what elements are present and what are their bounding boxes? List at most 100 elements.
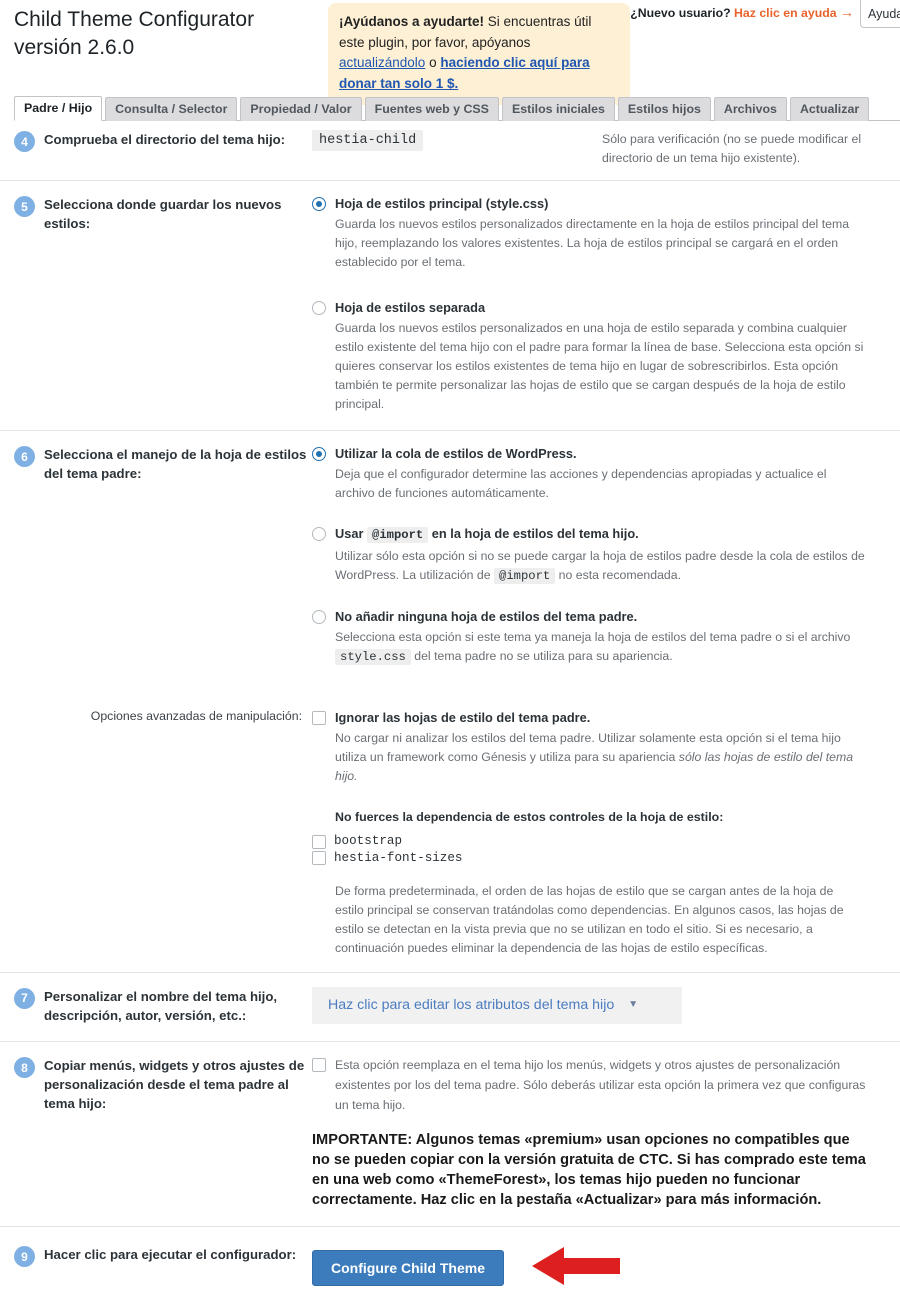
step-4-hint: Sólo para verificación (no se puede modi… [602, 132, 862, 166]
help-tab-button[interactable]: Ayuda [860, 0, 900, 28]
copy-customizer-option[interactable]: Esta opción reemplaza en el tema hijo lo… [312, 1056, 870, 1116]
tab-label: Consulta / Selector [115, 101, 228, 116]
support-notice: ¡Ayúdanos a ayudarte! Si encuentras útil… [328, 3, 630, 106]
update-plugin-link[interactable]: actualizándolo [339, 55, 425, 70]
configure-child-theme-button[interactable]: Configure Child Theme [312, 1250, 504, 1287]
dependency-item-hestia-font-sizes[interactable]: hestia-font-sizes [312, 851, 868, 866]
help-tab-label: Ayuda [868, 6, 900, 21]
step-8-label: Copiar menús, widgets y otros ajustes de… [44, 1058, 305, 1112]
stylesheet-option-primary[interactable]: Hoja de estilos principal (style.css) Gu… [312, 195, 868, 272]
dependency-label: hestia-font-sizes [334, 850, 463, 865]
advanced-options-row: Opciones avanzadas de manipulación: Igno… [0, 709, 900, 972]
option-label: Hoja de estilos principal (style.css) [335, 196, 549, 212]
step-5-label-col: 5 Selecciona donde guardar los nuevos es… [0, 195, 312, 414]
child-theme-attributes-toggle[interactable]: Haz clic para editar los atributos del t… [312, 986, 682, 1024]
tab-label: Padre / Hijo [24, 100, 93, 115]
radio-primary-stylesheet[interactable] [312, 197, 326, 212]
step-7-row: 7 Personalizar el nombre del tema hijo, … [0, 971, 900, 1041]
tab-label: Actualizar [799, 101, 860, 116]
option-description: Utilizar sólo esta opción si no se puede… [312, 547, 868, 586]
child-theme-dir-value: hestia-child [312, 130, 424, 151]
step-4-label: Comprueba el directorio del tema hijo: [44, 132, 286, 147]
option-label: No añadir ninguna hoja de estilos del te… [335, 608, 638, 624]
option-description: No cargar ni analizar los estilos del te… [312, 729, 868, 786]
step-6-label-col: 6 Selecciona el manejo de la hoja de est… [0, 445, 312, 693]
step-4-label-col: 4 Comprueba el directorio del tema hijo: [0, 130, 312, 168]
option-label: Utilizar la cola de estilos de WordPress… [335, 446, 577, 461]
step-8-row: 8 Copiar menús, widgets y otros ajustes … [0, 1041, 900, 1226]
step-7-label: Personalizar el nombre del tema hijo, de… [44, 988, 278, 1023]
pointer-arrow-annotation [530, 1245, 622, 1292]
ignore-parent-stylesheets-option[interactable]: Ignorar las hojas de estilo del tema pad… [312, 709, 868, 786]
step-6-row: 6 Selecciona el manejo de la hoja de est… [0, 430, 900, 709]
step-6-label: Selecciona el manejo de la hoja de estil… [44, 447, 307, 482]
step-9-badge: 9 [14, 1246, 35, 1268]
checkbox-copy-customizer[interactable] [312, 1058, 326, 1073]
checkbox-dep-bootstrap[interactable] [312, 834, 326, 849]
option-label-part-a: Usar [335, 526, 364, 542]
dependency-heading: No fuerces la dependencia de estos contr… [335, 810, 724, 825]
help-link[interactable]: Haz clic en ayuda [734, 6, 837, 20]
notice-lead: ¡Ayúdanos a ayudarte! [339, 14, 485, 29]
copy-customizer-description: Esta opción reemplaza en el tema hijo lo… [335, 1058, 866, 1112]
step-5-badge: 5 [14, 196, 35, 218]
step-4-row: 4 Comprueba el directorio del tema hijo:… [0, 118, 900, 180]
dependency-description: De forma predeterminada, el orden de las… [335, 883, 844, 955]
step-5-field-col: Hoja de estilos principal (style.css) Gu… [312, 195, 882, 414]
step-9-row: 9 Hacer clic para ejecutar el configurad… [0, 1226, 900, 1310]
parent-handling-import[interactable]: Usar @import en la hoja de estilos del t… [312, 525, 868, 585]
radio-use-import[interactable] [312, 527, 326, 542]
option-label: Ignorar las hojas de estilo del tema pad… [335, 710, 591, 725]
radio-wp-enqueue[interactable] [312, 447, 326, 461]
advanced-options-label: Opciones avanzadas de manipulación: [90, 709, 302, 723]
arrow-right-icon: → [840, 4, 854, 20]
dependency-item-bootstrap[interactable]: bootstrap [312, 834, 868, 849]
desc-part-b: del tema padre no se utiliza para su apa… [414, 649, 673, 664]
step-4-badge: 4 [14, 131, 35, 152]
tab-label: Estilos hijos [627, 101, 701, 116]
desc-part-b: no esta recomendada. [558, 567, 682, 582]
step-6-badge: 6 [14, 446, 35, 467]
style-css-code: style.css [335, 649, 411, 666]
checkbox-ignore-parent[interactable] [312, 711, 326, 725]
step-9-label-col: 9 Hacer clic para ejecutar el configurad… [0, 1245, 312, 1292]
dependency-label: bootstrap [334, 834, 403, 849]
step-5-row: 5 Selecciona donde guardar los nuevos es… [0, 180, 900, 430]
page-header: Child Theme Configurator versión 2.6.0 ¡… [0, 0, 900, 106]
option-description: Guarda los nuevos estilos personalizados… [335, 217, 850, 270]
tab-label: Archivos [723, 101, 777, 116]
option-description: Deja que el configurador determine las a… [335, 467, 827, 501]
option-label-part-b: en la hoja de estilos del tema hijo. [431, 526, 639, 542]
desc-part-a: Selecciona esta opción si este tema ya m… [335, 630, 851, 645]
chevron-down-icon: ▼ [628, 999, 639, 1011]
new-user-prompt: ¿Nuevo usuario? Haz clic en ayuda → [630, 4, 854, 20]
step-6-field-col: Utilizar la cola de estilos de WordPress… [312, 445, 882, 693]
option-description: Guarda los nuevos estilos personalizados… [335, 320, 864, 411]
import-code: @import [367, 527, 429, 544]
radio-separate-stylesheet[interactable] [312, 300, 326, 315]
step-7-field-col: Haz clic para editar los atributos del t… [312, 986, 900, 1025]
parent-handling-enqueue[interactable]: Utilizar la cola de estilos de WordPress… [312, 445, 868, 503]
notice-text-2: o [425, 55, 441, 71]
step-9-label: Hacer clic para ejecutar el configurador… [44, 1247, 297, 1263]
page-title: Child Theme Configurator versión 2.6.0 [14, 8, 255, 60]
stylesheet-option-separate[interactable]: Hoja de estilos separada Guarda los nuev… [312, 299, 868, 415]
tab-label: Propiedad / Valor [250, 101, 352, 116]
option-label: Usar @import en la hoja de estilos del t… [335, 525, 639, 544]
tab-label: Fuentes web y CSS [374, 101, 489, 116]
option-description: Selecciona esta opción si este tema ya m… [312, 628, 868, 667]
checkbox-dep-hestia-font-sizes[interactable] [312, 851, 326, 866]
new-user-text: ¿Nuevo usuario? [630, 6, 731, 20]
radio-no-parent-stylesheet[interactable] [312, 609, 326, 624]
attributes-toggle-label: Haz clic para editar los atributos del t… [328, 996, 615, 1013]
premium-theme-warning: IMPORTANTE: Algunos temas «premium» usan… [312, 1131, 866, 1209]
step-8-badge: 8 [14, 1057, 35, 1079]
tab-label: Estilos iniciales [511, 101, 605, 116]
step-5-label: Selecciona donde guardar los nuevos esti… [44, 197, 282, 232]
option-label: Hoja de estilos separada [335, 299, 486, 315]
advanced-options-col: Ignorar las hojas de estilo del tema pad… [312, 709, 882, 958]
step-4-field-col: hestia-child Sólo para verificación (no … [312, 130, 900, 168]
parent-handling-none[interactable]: No añadir ninguna hoja de estilos del te… [312, 608, 868, 667]
import-code-inline: @import [494, 567, 556, 584]
step-9-field-col: Configure Child Theme [312, 1245, 900, 1292]
